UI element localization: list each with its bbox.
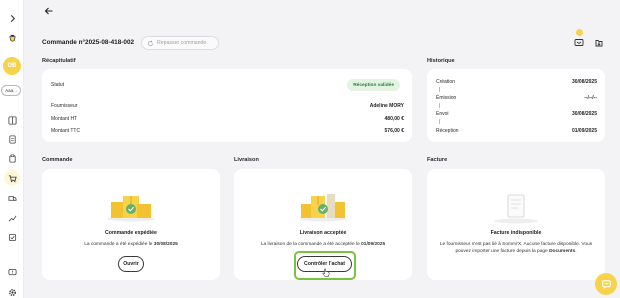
ht-value: 480,00 € [384,116,404,122]
chat-icon [601,279,611,289]
gear-icon[interactable] [4,285,20,298]
order-card-title: Commande expédiée [105,230,157,236]
status-label: Statut [51,82,65,88]
chevron-right-icon[interactable] [4,11,20,25]
history-creation-label: Création [436,79,455,85]
history-card: Création 30/08/2025 Émission --/--/-- En… [427,69,605,142]
history-reception-label: Réception [436,128,459,134]
boxes-illustration [107,196,155,222]
delivery-card-desc: La livraison de la commande a été accept… [260,242,362,247]
delivery-card-title: Livraison acceptée [299,230,347,236]
order-card-desc: La commande a été expédiée le [84,242,154,247]
chat-button[interactable] [595,273,617,295]
order-card: Commande expédiée La commande a été expé… [42,169,220,280]
sidebar: DB Aaa... [0,0,24,298]
chart-icon[interactable] [4,211,20,225]
refresh-icon [148,40,153,46]
page-title: Commande n°2025-08-418-002 [42,39,135,46]
timeline-connector [439,103,440,108]
invoice-card-desc-end: . [575,249,577,255]
invoice-card-desc-2: pouvez importer une facture depuis la pa… [455,249,550,255]
documents-link[interactable]: Documents [549,249,575,254]
ttc-label: Montant TTC [51,128,81,134]
section-recap-label: Récapitulatif [42,58,76,64]
reorder-button[interactable]: Repasser commande [141,36,219,50]
invoice-illustration [494,194,538,224]
status-badge: Réception validée [347,79,400,91]
account-selector[interactable]: Aaa... [1,85,21,96]
order-card-date: 30/08/2025 [153,242,178,247]
dashboard-icon[interactable] [4,113,20,127]
history-emission-label: Émission [436,95,457,101]
invoice-card-desc: Le fournisseur n'est pas lié à Sommi'X. … [439,242,593,247]
history-reception-value: 01/09/2025 [571,128,597,134]
section-delivery-label: Livraison [234,157,259,163]
recap-card: Statut Réception validée Fournisseur Ade… [42,69,412,142]
section-history-label: Historique [427,58,455,64]
section-order-label: Commande [42,157,73,163]
cart-icon[interactable] [4,170,20,186]
delivered-boxes-illustration [299,194,347,222]
invoice-card: Facture indisponible Le fournisseur n'es… [427,169,605,280]
download-icon[interactable] [594,37,604,48]
notification-badge [576,29,583,36]
invoice-card-title: Facture indisponible [490,230,542,236]
timeline-connector [439,119,440,124]
history-emission-value: --/--/-- [584,95,597,101]
help-icon[interactable] [4,265,20,279]
back-arrow-icon[interactable] [44,6,54,16]
clipboard-icon[interactable] [4,151,20,165]
document-icon[interactable] [4,132,20,146]
history-envoi-value: 30/08/2025 [571,111,597,117]
history-creation-value: 30/08/2025 [571,79,597,85]
mail-icon[interactable] [574,37,584,48]
open-order-button[interactable]: Ouvrir [118,256,144,272]
section-invoice-label: Facture [427,157,448,163]
pointer-cursor-icon [322,268,330,277]
history-envoi-label: Envoi [436,111,449,117]
delivery-icon[interactable] [4,191,20,205]
ttc-value: 576,00 € [384,128,404,134]
supplier-value: Adeline MORY [369,103,404,109]
checklist-icon[interactable] [4,230,20,244]
reorder-label: Repasser commande [157,40,207,46]
avatar[interactable]: DB [3,57,21,75]
delivery-card-date: 01/09/2025 [361,242,386,247]
timeline-connector [439,87,440,92]
logo-icon [4,31,20,45]
ht-label: Montant HT [51,116,78,122]
supplier-label: Fournisseur [51,103,78,109]
